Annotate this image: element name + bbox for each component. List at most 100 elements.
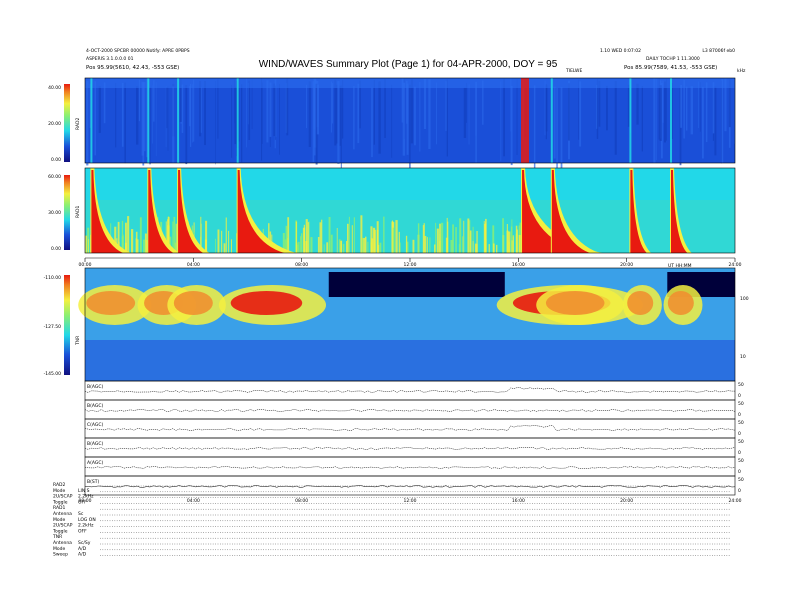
- rad2-burst: [670, 78, 672, 163]
- param-value: 2.2kHz: [78, 523, 94, 529]
- param-label: RAD2: [53, 482, 65, 488]
- rad2-texture: [690, 86, 693, 135]
- rad2-colorbar: [64, 84, 70, 162]
- rad1-texture: [221, 230, 223, 253]
- rad2-texture: [664, 81, 666, 143]
- header-sub-label: TIELWE: [565, 68, 582, 74]
- rad2-texture: [98, 86, 101, 133]
- rad1-texture: [412, 239, 415, 253]
- rad2-texture: [641, 85, 643, 152]
- rad2-tick-mid: 20.00: [48, 121, 61, 127]
- rad1-texture: [336, 228, 338, 253]
- rad2-texture: [215, 81, 216, 165]
- rad2-texture: [516, 78, 518, 155]
- rad1-texture: [330, 234, 333, 253]
- rad2-texture: [378, 81, 381, 154]
- rad2-texture: [579, 81, 582, 147]
- rad2-texture: [142, 82, 145, 166]
- rad2-texture: [414, 86, 416, 146]
- param-value: 2.2kHz: [78, 494, 94, 500]
- rad1-texture: [217, 229, 220, 253]
- rad1-texture: [476, 244, 478, 253]
- trace-line: [85, 485, 736, 488]
- rad2-texture: [500, 81, 502, 162]
- rad1-texture: [346, 241, 348, 253]
- rad2-texture: [189, 86, 191, 127]
- rad2-texture: [683, 79, 685, 139]
- rad1-texture: [370, 242, 373, 253]
- rad2-texture: [193, 79, 195, 142]
- rad2-texture: [274, 85, 276, 140]
- mid-axis-tick-label: 00:00: [79, 262, 92, 268]
- mid-time-axis: 00:00 04:00 08:00 12:00 16:00 20:00 24:00: [79, 257, 742, 268]
- rad1-texture: [518, 235, 521, 253]
- rad1-texture: [347, 223, 349, 253]
- param-value: A/D: [78, 552, 87, 558]
- rad2-texture: [606, 85, 608, 131]
- param-label: RAD1: [53, 505, 65, 511]
- rad2-texture: [155, 82, 157, 157]
- rad2-texture: [468, 84, 470, 145]
- trace-label: B(ST): [87, 479, 99, 485]
- trace-frame: [84, 399, 736, 420]
- rad1-texture: [367, 241, 369, 253]
- rad1-texture: [423, 223, 425, 253]
- rad2-texture: [192, 84, 193, 143]
- trace-right-tick: 50: [738, 382, 744, 388]
- trace-right-tick: 0: [738, 469, 741, 475]
- trace-label: C(AGC): [87, 422, 104, 428]
- rad2-texture: [702, 86, 704, 159]
- rad2-texture: [371, 87, 373, 158]
- rad2-texture: [699, 82, 701, 132]
- param-label: Toggle: [52, 528, 68, 534]
- rad2-burst: [629, 78, 632, 163]
- rad1-texture: [379, 242, 382, 253]
- rad2-texture: [316, 84, 319, 135]
- rad2-texture: [124, 82, 126, 164]
- mid-axis-tick-label: 24:00: [729, 262, 742, 268]
- tnr-burst: [86, 291, 136, 315]
- rad1-texture: [88, 239, 90, 253]
- rad2-texture: [357, 83, 360, 144]
- rad2-texture: [94, 81, 96, 156]
- rad1-texture: [463, 220, 465, 253]
- rad2-texture: [261, 82, 263, 144]
- tnr-colorbar: [64, 275, 70, 375]
- rad1-texture: [446, 217, 448, 253]
- rad1-texture: [127, 216, 130, 253]
- header-unit: kHz: [737, 68, 746, 74]
- rad2-texture: [231, 84, 233, 158]
- rad2-texture: [544, 80, 546, 136]
- rad2-texture: [466, 82, 467, 123]
- rad2-texture: [653, 78, 656, 163]
- param-value: Sc: [78, 511, 84, 517]
- rad1-texture: [469, 230, 472, 253]
- rad2-texture: [103, 82, 106, 124]
- mid-axis-tick-label: 08:00: [295, 262, 308, 268]
- rad2-texture: [332, 83, 334, 124]
- rad1-texture: [301, 233, 303, 253]
- rad1-texture: [303, 224, 305, 253]
- tnr-dark-region: [328, 272, 505, 297]
- rad2-texture: [714, 86, 717, 156]
- trace-right-tick: 0: [738, 488, 741, 494]
- rad2-texture: [614, 80, 617, 155]
- rad1-texture: [363, 238, 366, 253]
- rad1-texture: [360, 215, 363, 253]
- tnr-panel: [78, 267, 736, 382]
- header-right-line2: DAILY TOCHP 1 11.3000: [646, 56, 700, 62]
- bottom-axis-tick-label: 12:00: [404, 498, 417, 504]
- rad1-texture: [512, 235, 514, 253]
- param-value: Sc/Sy: [78, 540, 91, 546]
- rad1-texture: [135, 231, 138, 253]
- rad2-texture: [115, 82, 117, 148]
- param-label: Toggle: [52, 499, 68, 505]
- rad1-texture: [231, 239, 232, 253]
- trace-right-tick: 50: [738, 420, 744, 426]
- rad2-texture: [391, 84, 393, 158]
- rad2-texture: [656, 78, 657, 161]
- rad1-texture: [515, 225, 518, 253]
- rad1-texture: [455, 227, 457, 253]
- rad2-texture: [659, 85, 662, 141]
- plot-title: WIND/WAVES Summary Plot (Page 1) for 04-…: [259, 59, 558, 70]
